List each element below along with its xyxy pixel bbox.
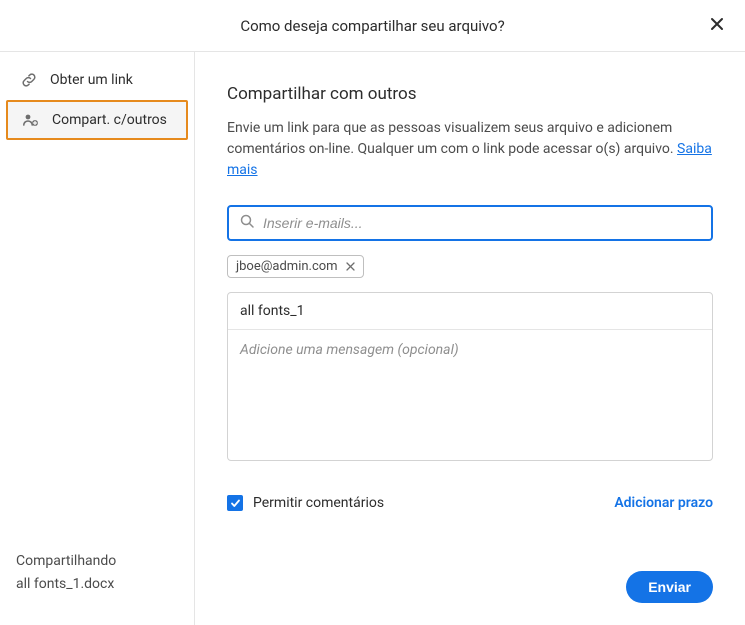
file-name: all fonts_1 [228,293,712,330]
sidebar-item-share-others[interactable]: Compart. c/outros [6,100,188,140]
sharing-label: Compartilhando [16,550,178,572]
description-text: Envie um link para que as pessoas visual… [227,120,677,157]
message-textarea[interactable] [228,330,712,456]
send-button[interactable]: Enviar [626,571,713,603]
link-icon [20,71,38,89]
allow-comments-label: Permitir comentários [253,495,384,511]
checkbox-checked-icon [227,495,243,511]
sidebar-item-get-link[interactable]: Obter um link [6,60,188,100]
section-description: Envie um link para que as pessoas visual… [227,118,713,181]
file-message-block: all fonts_1 [227,292,713,461]
sharing-filename: all fonts_1.docx [16,573,178,595]
close-button[interactable] [707,16,727,36]
people-add-icon [22,111,40,129]
email-input[interactable] [263,215,701,231]
sidebar-item-label: Compart. c/outros [52,112,167,128]
recipient-chip[interactable]: jboe@admin.com [227,255,364,278]
chip-email-text: jboe@admin.com [236,259,338,274]
add-deadline-link[interactable]: Adicionar prazo [614,495,713,511]
dialog-title: Como deseja compartilhar seu arquivo? [240,17,504,35]
sidebar-item-label: Obter um link [50,72,133,88]
section-title: Compartilhar com outros [227,84,713,104]
main-panel: Compartilhar com outros Envie um link pa… [195,52,745,625]
allow-comments-checkbox[interactable]: Permitir comentários [227,495,384,511]
search-icon [239,213,255,233]
chip-remove-button[interactable] [346,262,355,271]
close-icon [709,16,725,36]
sidebar: Obter um link Compart. c/outros Comparti… [0,52,195,625]
email-input-container[interactable] [227,205,713,241]
sidebar-footer: Compartilhando all fonts_1.docx [0,550,194,625]
